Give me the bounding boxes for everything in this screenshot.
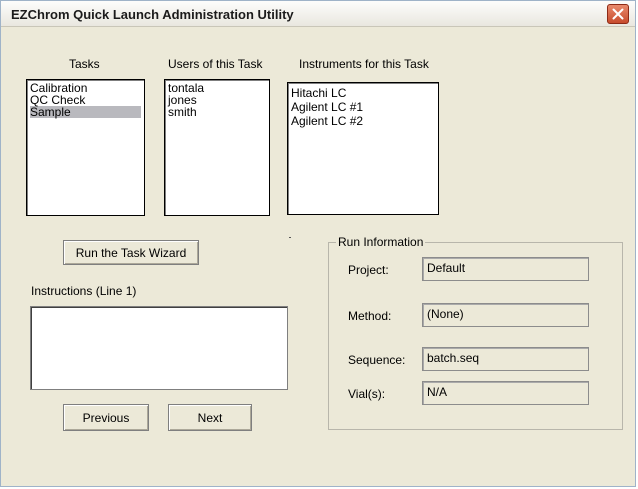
title-bar[interactable]: EZChrom Quick Launch Administration Util…	[1, 1, 635, 27]
close-icon	[612, 8, 624, 20]
project-field[interactable]: Default	[422, 257, 589, 281]
sequence-field[interactable]: batch.seq	[422, 347, 589, 371]
list-item[interactable]: Hitachi LC	[291, 86, 435, 100]
list-item-selected[interactable]: Sample	[30, 106, 141, 118]
instruments-header: Instruments for this Task	[299, 57, 429, 71]
instructions-input[interactable]	[30, 306, 288, 390]
previous-button[interactable]: Previous	[63, 404, 149, 431]
method-label: Method:	[348, 309, 392, 323]
run-task-wizard-button[interactable]: Run the Task Wizard	[63, 240, 199, 265]
window-title: EZChrom Quick Launch Administration Util…	[11, 7, 294, 22]
list-item[interactable]: smith	[168, 106, 266, 118]
instructions-label: Instructions (Line 1)	[31, 284, 137, 298]
list-item[interactable]: Agilent LC #1	[291, 100, 435, 114]
vials-label: Vial(s):	[348, 387, 386, 401]
tasks-listbox[interactable]: Calibration QC Check Sample	[26, 79, 145, 216]
vials-field[interactable]: N/A	[422, 381, 589, 405]
previous-label: Previous	[82, 410, 130, 425]
separator-dot	[289, 237, 291, 238]
run-information-legend: Run Information	[336, 235, 426, 249]
tasks-header: Tasks	[69, 57, 100, 71]
instruments-listbox[interactable]: Hitachi LC Agilent LC #1 Agilent LC #2	[287, 82, 439, 215]
next-button[interactable]: Next	[168, 404, 252, 431]
project-label: Project:	[348, 263, 389, 277]
users-listbox[interactable]: tontala jones smith	[164, 79, 270, 216]
run-task-wizard-label: Run the Task Wizard	[75, 245, 187, 260]
dialog-window: EZChrom Quick Launch Administration Util…	[0, 0, 636, 487]
sequence-label: Sequence:	[348, 353, 406, 367]
next-label: Next	[197, 410, 223, 425]
list-item[interactable]: Agilent LC #2	[291, 114, 435, 128]
method-field[interactable]: (None)	[422, 303, 589, 327]
users-header: Users of this Task	[168, 57, 263, 71]
close-button[interactable]	[607, 4, 629, 24]
